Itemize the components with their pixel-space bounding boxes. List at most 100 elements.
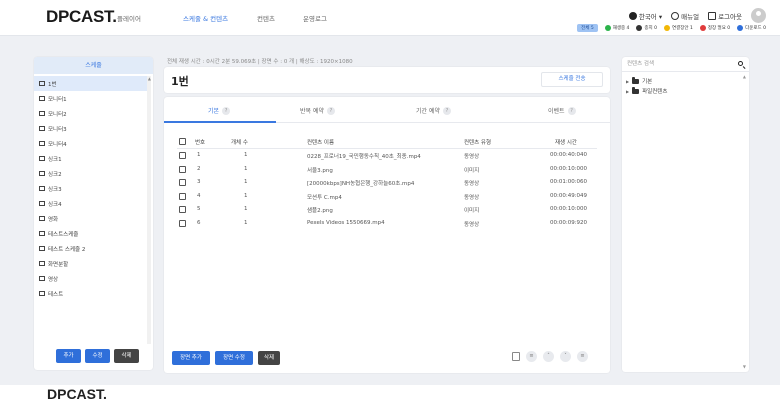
row-checkbox[interactable] — [179, 152, 186, 159]
footer-logo: DPCAST. — [47, 386, 107, 402]
content-search-box — [622, 57, 749, 72]
monitor-icon — [39, 246, 45, 251]
add-scene-button[interactable]: 장면 추가 — [172, 351, 210, 365]
monitor-icon — [39, 291, 45, 296]
col-content-type: 컨텐츠 유형 — [464, 140, 492, 146]
help-icon[interactable]: ? — [443, 106, 451, 115]
tab-repeat-reservation[interactable]: 반복 예약? — [300, 106, 335, 115]
nav-operation-log[interactable]: 운영로그 — [303, 13, 327, 23]
manual-label: 매뉴얼 — [681, 12, 700, 21]
avatar[interactable] — [751, 8, 766, 23]
schedule-item[interactable]: 화면분할 — [34, 256, 147, 271]
delete-scene-button[interactable]: 삭제 — [258, 351, 280, 365]
content-browser-panel: ▶ 기본 ▶ 파일컨텐츠 ▲ ▼ — [622, 57, 749, 372]
copy-icon[interactable] — [512, 352, 520, 361]
schedule-item[interactable]: 테스트 — [34, 286, 147, 301]
caret-right-icon[interactable]: ▶ — [626, 89, 629, 94]
scroll-up-icon[interactable]: ▲ — [148, 76, 151, 81]
content-search-input[interactable] — [622, 57, 734, 71]
schedule-item[interactable]: 싱크1 — [34, 151, 147, 166]
schedule-item[interactable]: 싱크4 — [34, 196, 147, 211]
move-down-icon[interactable]: ˅ — [560, 351, 571, 362]
monitor-icon — [39, 141, 45, 146]
status-total-badge[interactable]: 전체 5 — [577, 24, 598, 32]
row-checkbox[interactable] — [179, 219, 186, 227]
logo: DPCAST. — [46, 7, 117, 26]
schedule-item[interactable]: 테스트스케줄 — [34, 226, 147, 241]
schedule-item[interactable]: 테스트 스케줄 2 — [34, 241, 147, 256]
content-table: 번호 개체 수 컨텐츠 이름 컨텐츠 유형 재생 시간 1 1 0228_프로너… — [177, 135, 597, 230]
tab-event[interactable]: 이벤트? — [548, 106, 576, 115]
logout-button[interactable]: 로그아웃 — [708, 11, 742, 21]
table-row[interactable]: 5 1 샘플2.png 이미지 00:00:10:000 — [177, 203, 597, 217]
delete-row-icon[interactable]: ≡ — [526, 351, 537, 362]
tree-folder-basic[interactable]: ▶ 기본 — [626, 76, 667, 86]
tab-period-reservation[interactable]: 기간 예약? — [416, 106, 451, 115]
logout-icon — [708, 11, 717, 20]
search-icon[interactable] — [738, 61, 743, 66]
edit-scene-button[interactable]: 장면 수정 — [215, 351, 253, 365]
tab-basic[interactable]: 기본? — [208, 106, 231, 115]
table-header: 번호 개체 수 컨텐츠 이름 컨텐츠 유형 재생 시간 — [177, 135, 597, 149]
schedule-item[interactable]: 모니터4 — [34, 136, 147, 151]
table-row[interactable]: 3 1 [20000kbps]NH농협은행_강하늘60초.mp4 동영상 00:… — [177, 176, 597, 190]
schedule-list-scrollbar[interactable] — [147, 76, 151, 344]
caret-right-icon[interactable]: ▶ — [626, 79, 629, 84]
nav-schedule-content[interactable]: 스케줄 & 컨텐츠 — [183, 13, 228, 23]
schedule-item[interactable]: 1번 — [34, 76, 147, 91]
help-icon[interactable]: ? — [567, 106, 576, 115]
scroll-down-icon[interactable]: ▼ — [743, 364, 746, 369]
tree-folder-file-content[interactable]: ▶ 파일컨텐츠 — [626, 86, 667, 96]
add-schedule-button[interactable]: 추가 — [56, 349, 81, 363]
send-schedule-button[interactable]: 스케줄 전송 — [541, 72, 603, 87]
scroll-up-icon[interactable]: ▲ — [743, 74, 746, 79]
help-icon[interactable]: ? — [222, 106, 231, 115]
schedule-list: 1번 모니터1 모니터2 모니터3 모니터4 싱크1 싱크2 싱크3 싱크4 영… — [34, 76, 147, 301]
active-tab-underline — [164, 121, 276, 123]
row-checkbox[interactable] — [179, 179, 186, 186]
schedule-item[interactable]: 모니터1 — [34, 91, 147, 106]
table-row[interactable]: 2 1 서울3.png 이미지 00:00:10:000 — [177, 163, 597, 177]
top-right-menu: 한국어 ▾ 매뉴얼 로그아웃 — [628, 8, 766, 23]
language-label: 한국어 ▾ — [638, 12, 663, 21]
table-row[interactable]: 6 1 Pexels Videos 1550669.mp4 동영상 00:00:… — [177, 217, 597, 231]
select-all-checkbox[interactable] — [179, 138, 186, 145]
language-selector[interactable]: 한국어 ▾ — [628, 11, 663, 21]
schedule-item[interactable]: 싱크3 — [34, 181, 147, 196]
schedule-title-card: 1번 스케줄 전송 — [164, 67, 610, 93]
status-connection[interactable]: 연결장안 1 — [663, 25, 693, 31]
col-play-time: 재생 시간 — [555, 140, 577, 146]
table-row[interactable]: 1 1 0228_프로너19_국민행동수칙_40초_최종.mp4 동영상 00:… — [177, 149, 597, 163]
nav-player[interactable]: 플레이어 — [117, 13, 141, 23]
monitor-icon — [39, 186, 45, 191]
monitor-icon — [39, 201, 45, 206]
schedule-item[interactable]: 모니터3 — [34, 121, 147, 136]
row-checkbox[interactable] — [179, 206, 186, 213]
edit-schedule-button[interactable]: 수정 — [85, 349, 110, 363]
row-tools: ≡ ˄ ˅ ≡ — [512, 351, 588, 362]
top-bar: DPCAST. 플레이어 스케줄 & 컨텐츠 컨텐츠 운영로그 한국어 ▾ 매뉴… — [0, 0, 780, 36]
delete-schedule-button[interactable]: 삭제 — [114, 349, 139, 363]
status-error[interactable]: 정장 멀요 0 — [699, 25, 730, 31]
monitor-icon — [39, 276, 45, 281]
globe-icon — [628, 11, 637, 20]
schedule-item[interactable]: 싱크2 — [34, 166, 147, 181]
nav-content[interactable]: 컨텐츠 — [257, 13, 275, 23]
status-playing[interactable]: 재생중 4 — [604, 25, 629, 31]
device-status-bar: 전체 5 재생중 4 종지 0 연결장안 1 정장 멀요 0 다운로드 0 — [577, 24, 766, 32]
row-checkbox[interactable] — [179, 165, 186, 173]
help-icon[interactable]: ? — [327, 106, 335, 115]
footer: DPCAST. — [0, 385, 780, 405]
schedule-item[interactable]: 영상 — [34, 271, 147, 286]
manual-button[interactable]: 매뉴얼 — [671, 11, 699, 21]
reorder-icon[interactable]: ≡ — [577, 351, 588, 362]
schedule-item[interactable]: 모니터2 — [34, 106, 147, 121]
row-checkbox[interactable] — [179, 192, 186, 200]
table-row[interactable]: 4 1 모션투 C.mp4 동영상 00:00:49:049 — [177, 190, 597, 204]
status-download[interactable]: 다운로드 0 — [737, 25, 766, 31]
status-stopped[interactable]: 종지 0 — [636, 25, 657, 31]
schedule-item[interactable]: 영화 — [34, 211, 147, 226]
move-up-icon[interactable]: ˄ — [543, 351, 554, 362]
monitor-icon — [39, 216, 45, 221]
schedule-panel-title: 스케줄 — [34, 57, 153, 74]
